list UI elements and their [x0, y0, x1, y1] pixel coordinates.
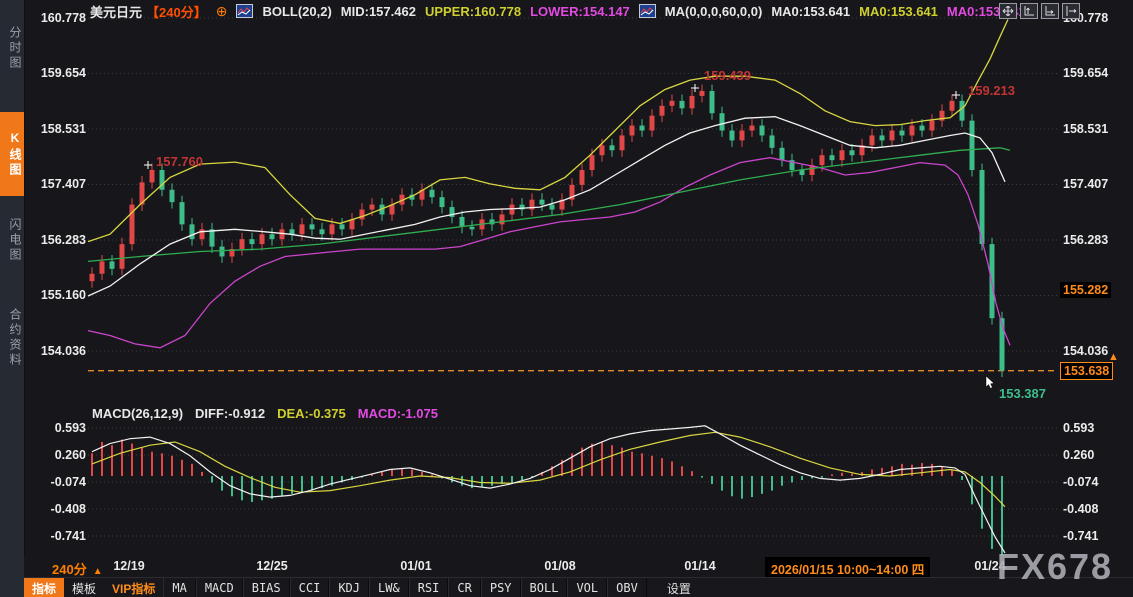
toolbar-item-settings[interactable]: 设置 — [659, 578, 699, 597]
macd-header: MACD(26,12,9) DIFF:-0.912 DEA:-0.375 MAC… — [92, 406, 438, 421]
macd-axis-label: -0.408 — [30, 502, 86, 516]
price-axis-label: 155.160 — [30, 288, 86, 302]
price-axis-label: 156.283 — [30, 233, 86, 247]
x-axis-label: 01/01 — [400, 559, 431, 573]
scale-x-axis-icon[interactable] — [1041, 3, 1059, 19]
ma-style-icon[interactable] — [639, 4, 656, 18]
period-selector[interactable]: 240分▲ — [52, 559, 103, 578]
toolbar-item-vol[interactable]: VOL — [567, 578, 607, 597]
toolbar-item-psy[interactable]: PSY — [481, 578, 521, 597]
period-label: 【240分】 — [146, 2, 207, 21]
price-axis-label: 159.654 — [1063, 66, 1123, 80]
pan-right-icon[interactable] — [1062, 3, 1080, 19]
macd-params-label: MACD(26,12,9) — [92, 406, 183, 421]
toolbar-item-macd[interactable]: MACD — [196, 578, 243, 597]
toolbar-item-obv[interactable]: OBV — [607, 578, 647, 597]
price-chart-canvas[interactable]: 157.760 159.439 159.213 153.387 — [0, 0, 1133, 597]
macd-axis-label: 0.260 — [30, 448, 86, 462]
line-boll_mid — [88, 117, 1005, 296]
period-arrow-icon: ▲ — [93, 566, 103, 577]
toolbar-item-rsi[interactable]: RSI — [409, 578, 449, 597]
toolbar-item-kdj[interactable]: KDJ — [329, 578, 369, 597]
toolbar-item-template[interactable]: 模板 — [64, 578, 104, 597]
toolbar-item-cci[interactable]: CCI — [290, 578, 330, 597]
price-axis-label: 157.407 — [30, 177, 86, 191]
macd-axis-label: -0.074 — [1063, 475, 1123, 489]
candlesticks — [90, 85, 1005, 377]
line-boll_lower — [88, 158, 1010, 348]
boll-label: BOLL(20,2) — [262, 4, 331, 19]
macd-axis-label: -0.074 — [30, 475, 86, 489]
chart-toolbuttons — [999, 3, 1080, 19]
macd-axis-label: 0.593 — [1063, 421, 1123, 435]
x-axis-label: 12/19 — [113, 559, 144, 573]
x-axis-label: 01/08 — [544, 559, 575, 573]
price-axis-label: 158.531 — [30, 122, 86, 136]
ma0-value-1: MA0:153.641 — [771, 4, 850, 19]
macd-histogram — [92, 440, 1002, 556]
macd-axis-label: -0.741 — [1063, 529, 1123, 543]
price-axis-label: 156.283 — [1063, 233, 1123, 247]
price-annotation: 159.213 — [968, 83, 1015, 98]
indicator-toolbar: 指标 模板 VIP指标 MA MACD BIAS CCI KDJ LW& RSI… — [24, 577, 1133, 597]
price-up-arrow-icon: ▲ — [1108, 351, 1119, 363]
price-annotation: 157.760 — [156, 154, 203, 169]
price-annotation: 159.439 — [704, 68, 751, 83]
app-window: 157.760159.439159.213153.387 分时图 K线图 闪电图… — [0, 0, 1133, 597]
macd-axis-label: -0.741 — [30, 529, 86, 543]
target-icon[interactable]: ⊕ — [216, 5, 228, 17]
macd-diff-value: DIFF:-0.912 — [195, 406, 265, 421]
toolbar-item-bias[interactable]: BIAS — [243, 578, 290, 597]
price-axis-label: 154.036 — [30, 344, 86, 358]
macd-axis-label: -0.408 — [1063, 502, 1123, 516]
boll-mid-value: MID:157.462 — [341, 4, 416, 19]
price-axis-label: 158.531 — [1063, 122, 1123, 136]
macd-diff-line — [92, 426, 1005, 553]
price-annotation: 153.387 — [999, 386, 1046, 401]
price-badge-last: 153.638 — [1060, 362, 1113, 380]
chart-header: 美元日元 【240分】 ⊕ BOLL(20,2) MID:157.462 UPP… — [90, 3, 1026, 19]
x-axis-label: 01/14 — [684, 559, 715, 573]
toolbar-item-indicator[interactable]: 指标 — [24, 578, 64, 597]
ma-params-label: MA(0,0,0,60,0,0) — [665, 4, 763, 19]
line-boll_upper — [88, 19, 1008, 241]
macd-axis-label: 0.593 — [30, 421, 86, 435]
price-axis-label: 157.407 — [1063, 177, 1123, 191]
price-axis-label: 160.778 — [30, 11, 86, 25]
x-axis-label: 12/25 — [256, 559, 287, 573]
toolbar-item-ma[interactable]: MA — [163, 578, 195, 597]
fx678-watermark: FX678 — [997, 546, 1113, 588]
price-axis-label: 159.654 — [30, 66, 86, 80]
mouse-cursor — [986, 376, 994, 388]
boll-upper-value: UPPER:160.778 — [425, 4, 521, 19]
toolbar-item-lwr[interactable]: LW& — [369, 578, 409, 597]
move-tool-icon[interactable] — [999, 3, 1017, 19]
toolbar-item-cr[interactable]: CR — [448, 578, 480, 597]
symbol-name: 美元日元 — [90, 2, 142, 21]
macd-macd-value: MACD:-1.075 — [358, 406, 438, 421]
toolbar-item-boll[interactable]: BOLL — [521, 578, 568, 597]
chart-style-icon[interactable] — [236, 4, 253, 18]
x-axis-row: 240分▲ 12/19 12/25 01/01 01/08 01/14 01/2… — [24, 556, 1133, 577]
ma0-value-2: MA0:153.641 — [859, 4, 938, 19]
macd-axis-label: 0.260 — [1063, 448, 1123, 462]
price-badge-reference: 155.282 — [1060, 282, 1111, 298]
toolbar-item-vip-indicator[interactable]: VIP指标 — [104, 578, 163, 597]
macd-dea-value: DEA:-0.375 — [277, 406, 346, 421]
scale-y-axis-icon[interactable] — [1020, 3, 1038, 19]
boll-lower-value: LOWER:154.147 — [530, 4, 630, 19]
